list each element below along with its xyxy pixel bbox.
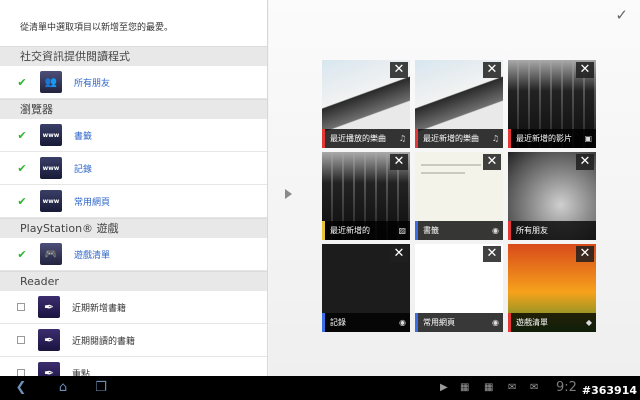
item-label: 所有朋友 [74, 78, 111, 89]
list-item-history[interactable]: ✔ www 記錄 [0, 152, 267, 185]
system-navigation-bar: ❮ ⌂ ❐ ▶ ▦ ▦ ✉ ✉ 9:2 [0, 376, 640, 400]
favorites-grid: ✕ 最近播放的樂曲 ♫ ✕ 最近新增的樂曲 ♫ ✕ 最近新增的影片 ▣ ✕ 最近… [322, 60, 597, 332]
item-label: 近期新增書籍 [72, 303, 127, 314]
gallery-icon: ▨ [398, 226, 406, 235]
www-icon: www [40, 124, 62, 146]
card-caption: 遊戲清單 [508, 313, 596, 332]
close-icon[interactable]: ✕ [390, 62, 408, 78]
www-icon: ◉ [492, 318, 499, 327]
notification-icon: ▦ [484, 382, 494, 393]
list-item-game-list[interactable]: ✔ 🎮 遊戲清單 [0, 238, 267, 271]
list-item-recently-added-books[interactable]: ✒ 近期新增書籍 [0, 291, 267, 324]
music-note-icon: ♫ [398, 134, 406, 143]
favorites-picker-panel: 從清單中選取項目以新增至您的最愛。 社交資訊提供閱讀程式 ✔ 👥 所有朋友 瀏覽… [0, 0, 268, 376]
close-icon[interactable]: ✕ [390, 154, 408, 170]
www-icon: ◉ [492, 226, 499, 235]
reader-icon: ✒ [38, 329, 60, 351]
favorite-card-recently-added-music[interactable]: ✕ 最近新增的樂曲 ♫ [415, 60, 503, 148]
mail-icon: ✉ [530, 382, 539, 393]
www-icon: www [40, 157, 62, 179]
close-icon[interactable]: ✕ [483, 62, 501, 78]
checkbox-empty-icon[interactable] [17, 303, 25, 311]
item-label: 記錄 [74, 164, 93, 175]
music-note-icon: ♫ [491, 134, 499, 143]
favorite-card-all-friends[interactable]: ✕ 所有朋友 [508, 152, 596, 240]
close-icon[interactable]: ✕ [390, 246, 408, 262]
checkmark-icon[interactable]: ✔ [15, 194, 29, 208]
clock: 9:2 [556, 380, 577, 395]
favorite-card-recently-added-videos[interactable]: ✕ 最近新增的影片 ▣ [508, 60, 596, 148]
list-item-recently-read-books[interactable]: ✒ 近期閱讀的書籍 [0, 324, 267, 357]
checkmark-icon[interactable]: ✔ [15, 247, 29, 261]
close-icon[interactable]: ✕ [576, 154, 594, 170]
section-header-reader: Reader [0, 271, 267, 291]
section-header-social: 社交資訊提供閱讀程式 [0, 46, 267, 66]
checkbox-empty-icon[interactable] [17, 369, 25, 376]
home-button[interactable]: ⌂ [50, 380, 76, 396]
card-caption: 所有朋友 [508, 221, 596, 240]
checkbox-empty-icon[interactable] [17, 336, 25, 344]
card-caption: 最近新增的 [322, 221, 410, 240]
close-icon[interactable]: ✕ [576, 62, 594, 78]
www-icon: ◉ [399, 318, 406, 327]
www-icon: www [40, 190, 62, 212]
favorite-card-most-visited[interactable]: ✕ 常用網頁 ◉ [415, 244, 503, 332]
friends-icon: 👥 [40, 71, 62, 93]
card-caption: 最近新增的樂曲 [415, 129, 503, 148]
item-label: 重點 [72, 369, 91, 377]
item-label: 遊戲清單 [74, 250, 111, 261]
card-caption: 記錄 [322, 313, 410, 332]
list-item-all-friends[interactable]: ✔ 👥 所有朋友 [0, 66, 267, 99]
favorite-card-bookmarks[interactable]: ✕ 書籤 ◉ [415, 152, 503, 240]
section-header-browser: 瀏覽器 [0, 99, 267, 119]
mail-icon: ✉ [508, 382, 517, 393]
card-caption: 最近新增的影片 [508, 129, 596, 148]
favorites-preview-area: ✓ ✕ 最近播放的樂曲 ♫ ✕ 最近新增的樂曲 ♫ ✕ 最近新增的影片 ▣ ✕ … [269, 0, 640, 376]
close-icon[interactable]: ✕ [576, 246, 594, 262]
item-label: 常用網頁 [74, 197, 111, 208]
item-label: 書籤 [74, 131, 93, 142]
notification-icon: ▦ [460, 382, 470, 393]
favorite-card-game-list[interactable]: ✕ 遊戲清單 ◆ [508, 244, 596, 332]
list-item-bookmarks[interactable]: ✔ www 書籤 [0, 119, 267, 152]
gamepad-icon: 🎮 [40, 243, 62, 265]
watermark-text: #363914 [581, 384, 637, 397]
checkmark-icon[interactable]: ✔ [15, 128, 29, 142]
instruction-text: 從清單中選取項目以新增至您的最愛。 [20, 23, 174, 33]
reader-icon: ✒ [38, 296, 60, 318]
close-icon[interactable]: ✕ [483, 154, 501, 170]
collapse-arrow-icon[interactable] [285, 189, 292, 199]
checkmark-icon[interactable]: ✔ [15, 75, 29, 89]
card-caption: 常用網頁 [415, 313, 503, 332]
recent-apps-button[interactable]: ❐ [88, 380, 114, 396]
gamepad-icon: ◆ [585, 318, 592, 327]
checkmark-icon[interactable]: ✔ [15, 161, 29, 175]
item-label: 近期閱讀的書籍 [72, 336, 136, 347]
list-item-most-visited[interactable]: ✔ www 常用網頁 [0, 185, 267, 218]
reader-icon: ✒ [38, 362, 60, 376]
favorite-card-history[interactable]: ✕ 記錄 ◉ [322, 244, 410, 332]
favorite-card-recently-played-music[interactable]: ✕ 最近播放的樂曲 ♫ [322, 60, 410, 148]
done-check-icon[interactable]: ✓ [615, 6, 628, 24]
play-icon: ▶ [440, 382, 448, 393]
back-button[interactable]: ❮ [8, 380, 34, 396]
list-item-highlights[interactable]: ✒ 重點 [0, 357, 267, 376]
favorite-card-recently-added-photos[interactable]: ✕ 最近新增的 ▨ [322, 152, 410, 240]
close-icon[interactable]: ✕ [483, 246, 501, 262]
video-icon: ▣ [584, 134, 592, 143]
section-header-playstation: PlayStation® 遊戲 [0, 218, 267, 238]
card-caption: 最近播放的樂曲 [322, 129, 410, 148]
card-caption: 書籤 [415, 221, 503, 240]
